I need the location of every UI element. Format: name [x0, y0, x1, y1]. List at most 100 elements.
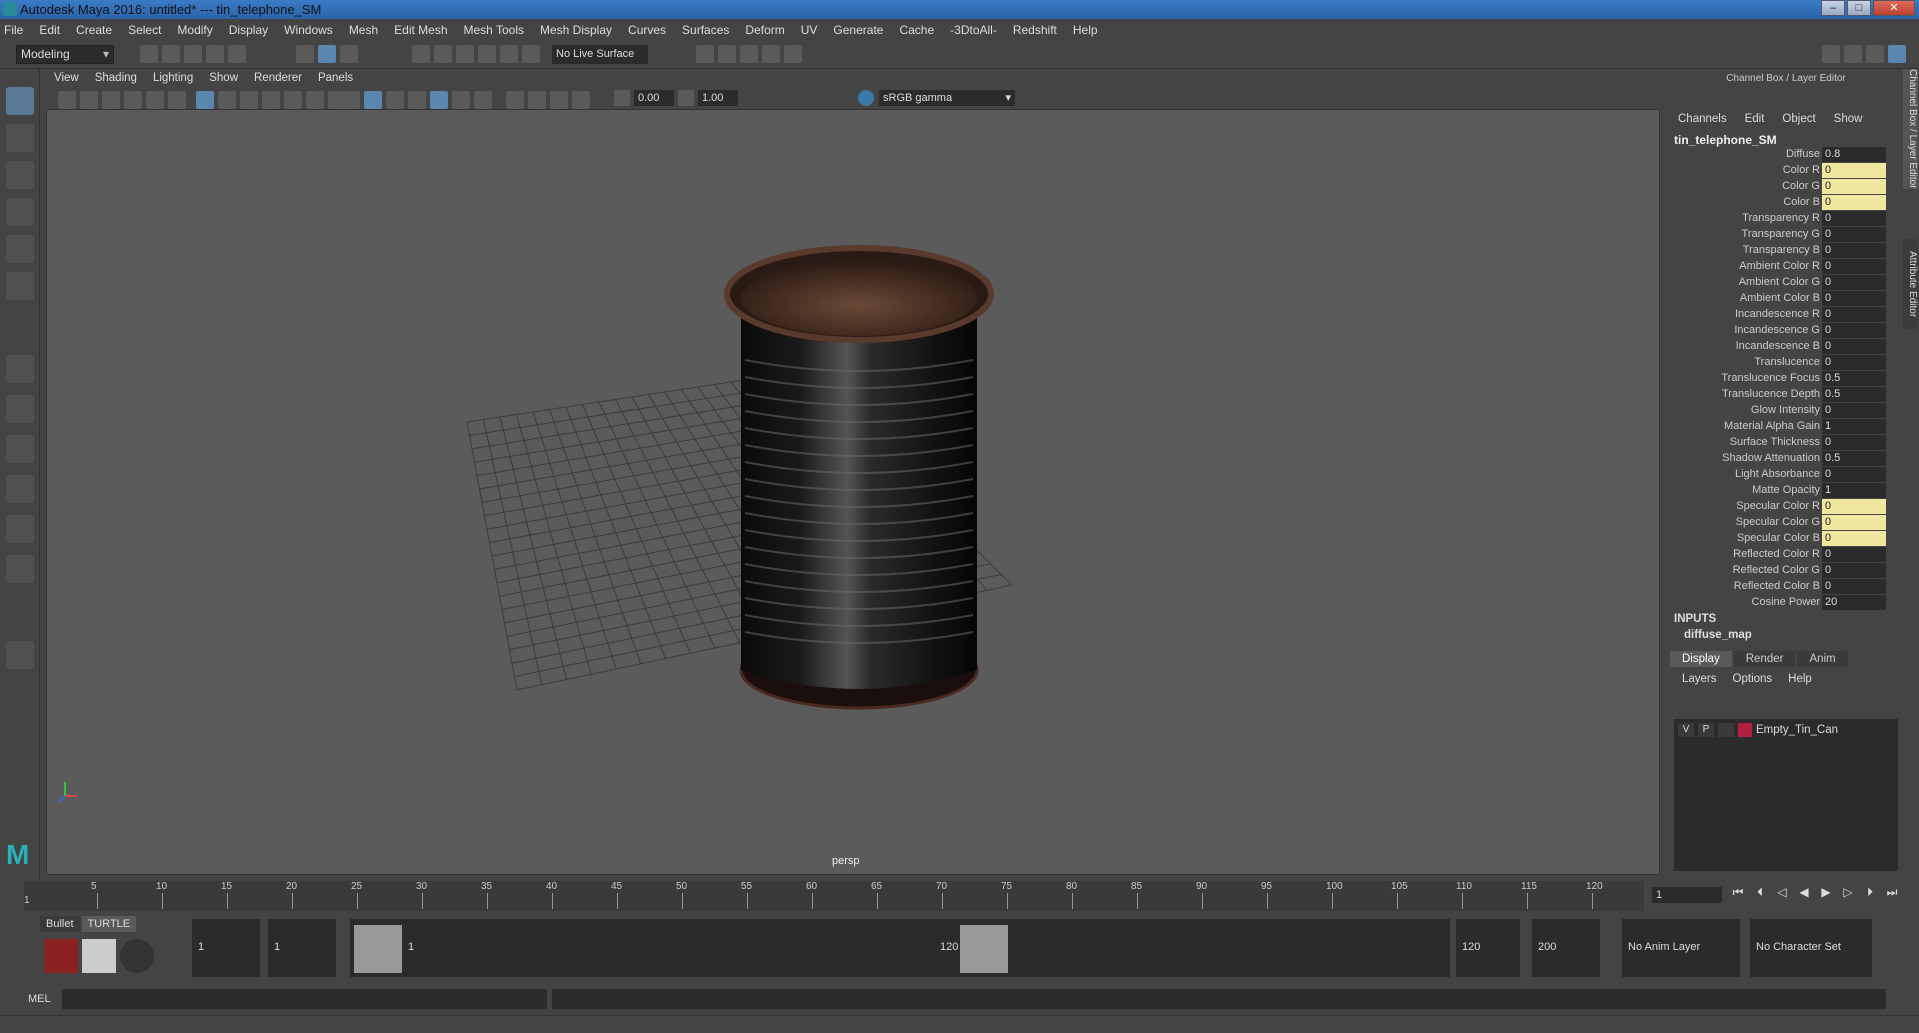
viewport-menu-view[interactable]: View — [54, 72, 79, 84]
attribute-row[interactable]: Glow Intensity 0 — [1670, 403, 1902, 419]
playback-start-field[interactable]: 1 — [268, 919, 336, 977]
attribute-name[interactable]: Reflected Color B — [1734, 580, 1820, 592]
attribute-value[interactable]: 0 — [1822, 563, 1886, 578]
attribute-row[interactable]: Diffuse 0.8 — [1670, 147, 1902, 163]
attribute-row[interactable]: Incandescence R0 — [1670, 307, 1902, 323]
menu-create[interactable]: Create — [76, 23, 112, 37]
attribute-row[interactable]: Transparency G0 — [1670, 227, 1902, 243]
select-by-component-icon[interactable] — [340, 45, 358, 63]
attribute-name[interactable]: Reflected Color G — [1733, 564, 1820, 576]
layer-color-swatch[interactable] — [1738, 723, 1752, 737]
gate-mask-icon[interactable] — [262, 91, 280, 109]
attribute-row[interactable]: Surface Thickness 0 — [1670, 435, 1902, 451]
attribute-row[interactable]: Specular Color R0 — [1670, 499, 1902, 515]
hypershade-layout-icon[interactable] — [6, 515, 34, 543]
time-slider-track[interactable]: 1 5 10 15 20 25 30 35 40 45 50 55 60 65 70 75 80 85 90 95 1… — [24, 881, 1644, 911]
new-scene-icon[interactable] — [140, 45, 158, 63]
attribute-name[interactable]: Specular Color R — [1736, 500, 1820, 512]
step-back-key-icon[interactable]: ⏴ — [1752, 885, 1768, 901]
attribute-value[interactable]: 0 — [1822, 531, 1886, 546]
attribute-name[interactable]: Glow Intensity — [1751, 404, 1820, 416]
attribute-name[interactable]: Incandescence R — [1735, 308, 1820, 320]
viewport-menu-show[interactable]: Show — [209, 72, 238, 84]
anim-layer-select[interactable]: No Anim Layer — [1622, 919, 1740, 977]
attribute-name[interactable]: Shadow Attenuation — [1722, 452, 1820, 464]
attribute-name[interactable]: Ambient Color B — [1740, 292, 1820, 304]
attribute-value[interactable]: 20 — [1822, 595, 1886, 610]
attribute-value[interactable]: 0 — [1822, 579, 1886, 594]
bullet-rigid-body-icon[interactable] — [44, 939, 78, 973]
snap-view-icon[interactable] — [478, 45, 496, 63]
script-language-label[interactable]: MEL — [28, 993, 51, 1005]
menu-cache[interactable]: Cache — [899, 23, 934, 37]
wireframe-icon[interactable] — [196, 91, 214, 109]
attribute-row[interactable]: Incandescence B0 — [1670, 339, 1902, 355]
attribute-name[interactable]: Cosine Power — [1752, 596, 1820, 608]
attribute-name[interactable]: Matte Opacity — [1752, 484, 1820, 496]
depth-of-field-icon[interactable] — [572, 91, 590, 109]
attribute-row[interactable]: Reflected Color R0 — [1670, 547, 1902, 563]
select-tool-icon[interactable] — [6, 87, 34, 115]
shadows-icon[interactable] — [408, 91, 426, 109]
attribute-row[interactable]: Ambient Color R0 — [1670, 259, 1902, 275]
paint-select-tool-icon[interactable] — [6, 161, 34, 189]
grid-toggle-icon[interactable] — [146, 91, 164, 109]
channel-menu-object[interactable]: Object — [1782, 113, 1815, 125]
channel-menu-channels[interactable]: Channels — [1678, 113, 1727, 125]
attribute-name[interactable]: Specular Color G — [1736, 516, 1820, 528]
attribute-row[interactable]: Reflected Color B0 — [1670, 579, 1902, 595]
animation-start-field[interactable]: 1 — [192, 919, 260, 977]
film-gate-icon[interactable] — [168, 91, 186, 109]
menu-windows[interactable]: Windows — [284, 23, 333, 37]
attribute-value[interactable]: 0 — [1822, 195, 1886, 210]
resolution-gate-icon[interactable] — [240, 91, 258, 109]
color-management-icon[interactable] — [858, 90, 874, 106]
attribute-name[interactable]: Transparency R — [1742, 212, 1820, 224]
inputs-header[interactable]: INPUTS — [1674, 613, 1716, 625]
attribute-row[interactable]: Material Alpha Gain 1 — [1670, 419, 1902, 435]
undo-icon[interactable] — [206, 45, 224, 63]
step-forward-key-icon[interactable]: ⏵ — [1862, 885, 1878, 901]
attribute-row[interactable]: Transparency B0 — [1670, 243, 1902, 259]
layout-options-icon[interactable] — [6, 641, 34, 669]
attribute-value[interactable]: 0.8 — [1822, 147, 1886, 162]
attribute-value[interactable]: 0 — [1822, 243, 1886, 258]
scale-tool-icon[interactable] — [6, 272, 34, 300]
attribute-row[interactable]: Translucence 0 — [1670, 355, 1902, 371]
attribute-row[interactable]: Specular Color B0 — [1670, 531, 1902, 547]
layer-display-type[interactable] — [1718, 723, 1734, 737]
shelf-tab-bullet[interactable]: Bullet — [40, 916, 80, 932]
minimize-button[interactable]: – — [1821, 0, 1845, 16]
attribute-value[interactable]: 0.5 — [1822, 451, 1886, 466]
go-to-end-icon[interactable]: ⏭ — [1884, 885, 1900, 901]
anti-aliasing-icon[interactable] — [550, 91, 568, 109]
attribute-row[interactable]: Cosine Power 20 — [1670, 595, 1902, 611]
menu-deform[interactable]: Deform — [745, 23, 784, 37]
hypershade-icon[interactable] — [762, 45, 780, 63]
go-to-start-icon[interactable]: ⏮ — [1730, 885, 1746, 901]
turtle-render-icon[interactable] — [82, 939, 116, 973]
attribute-row[interactable]: Color R0 — [1670, 163, 1902, 179]
menu-file[interactable]: File — [4, 23, 23, 37]
tab-display[interactable]: Display — [1670, 651, 1732, 667]
smooth-shade-icon[interactable] — [218, 91, 236, 109]
bookmark-icon[interactable] — [102, 91, 120, 109]
gamma-field[interactable]: 1.00 — [698, 90, 738, 106]
move-tool-icon[interactable] — [6, 198, 34, 226]
animation-end-field[interactable]: 200 — [1532, 919, 1600, 977]
attribute-value[interactable]: 0 — [1822, 275, 1886, 290]
menu-mesh-display[interactable]: Mesh Display — [540, 23, 612, 37]
redo-icon[interactable] — [228, 45, 246, 63]
exposure-icon[interactable] — [614, 90, 630, 106]
layer-menu-layers[interactable]: Layers — [1682, 673, 1717, 685]
attribute-row[interactable]: Color G0 — [1670, 179, 1902, 195]
lasso-tool-icon[interactable] — [6, 124, 34, 152]
isolate-select-icon[interactable] — [430, 91, 448, 109]
attribute-value[interactable]: 0 — [1822, 355, 1886, 370]
menu-display[interactable]: Display — [229, 23, 268, 37]
uv-editor-layout-icon[interactable] — [6, 555, 34, 583]
snap-curve-icon[interactable] — [434, 45, 452, 63]
command-input[interactable] — [62, 989, 547, 1009]
attribute-row[interactable]: Translucence Depth 0.5 — [1670, 387, 1902, 403]
safe-action-icon[interactable] — [306, 91, 324, 109]
